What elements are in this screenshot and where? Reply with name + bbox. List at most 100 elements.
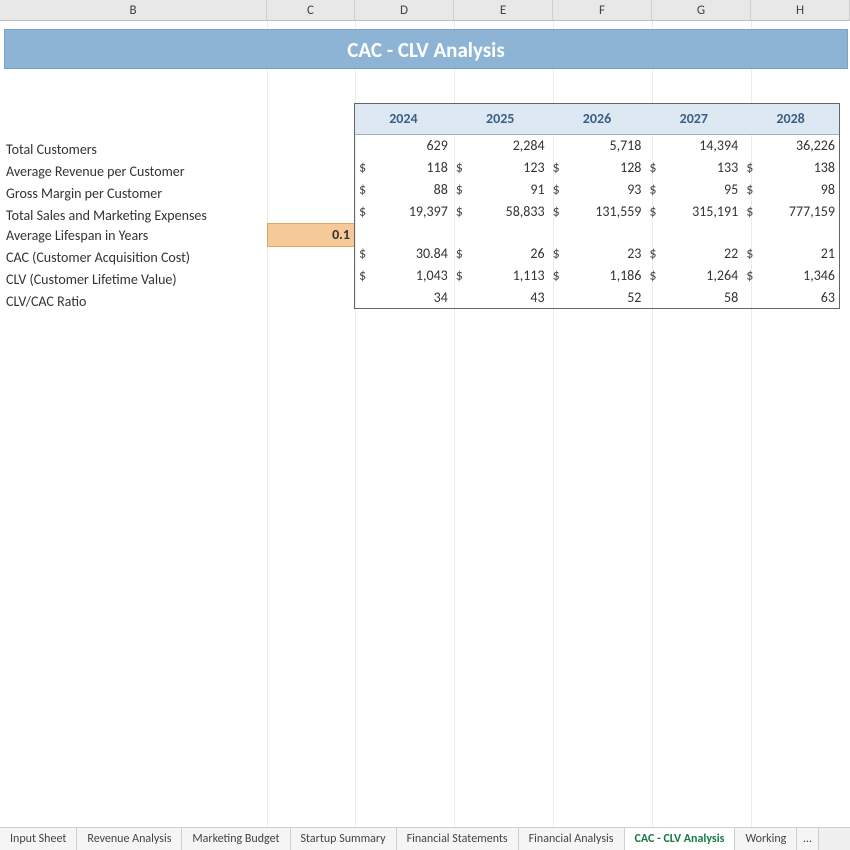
column-header-h[interactable]: H — [751, 0, 850, 20]
cell-value[interactable]: 5,718 — [567, 134, 646, 156]
cell-value[interactable]: 2,284 — [470, 134, 549, 156]
row-label: Total Customers — [6, 139, 266, 161]
column-header-f[interactable]: F — [553, 0, 652, 20]
sheet-tab[interactable]: Input Sheet — [0, 828, 77, 850]
column-header-d[interactable]: D — [355, 0, 454, 20]
cell-value[interactable]: 128 — [567, 156, 646, 178]
cell-value[interactable]: 93 — [567, 178, 646, 200]
year-header: 2024 — [355, 104, 452, 134]
table-row: $1,043$1,113$1,186$1,264$1,346 — [355, 264, 839, 286]
currency-symbol — [549, 286, 567, 308]
row-label: CLV (Customer Lifetime Value) — [6, 269, 266, 291]
currency-symbol: $ — [355, 156, 373, 178]
currency-symbol: $ — [549, 156, 567, 178]
cell-value[interactable]: 21 — [760, 242, 839, 264]
cell-value[interactable]: 123 — [470, 156, 549, 178]
cell-value[interactable]: 63 — [760, 286, 839, 308]
currency-symbol: $ — [549, 178, 567, 200]
cell-value[interactable]: 95 — [663, 178, 742, 200]
table-row — [355, 222, 839, 242]
currency-symbol: $ — [742, 200, 760, 222]
cell-value[interactable]: 1,043 — [373, 264, 452, 286]
data-table: 20242025202620272028 629 2,284 5,718 14,394… — [354, 103, 840, 309]
currency-symbol: $ — [452, 264, 470, 286]
table-row: $118$123$128$133$138 — [355, 156, 839, 178]
cell-value[interactable]: 23 — [567, 242, 646, 264]
sheet-tab[interactable]: Revenue Analysis — [77, 828, 182, 850]
page-title: CAC - CLV Analysis — [4, 29, 848, 69]
more-tabs-icon[interactable]: … — [797, 828, 818, 850]
currency-symbol: $ — [742, 178, 760, 200]
currency-symbol: $ — [549, 264, 567, 286]
cell-value[interactable]: 14,394 — [663, 134, 742, 156]
cell-value[interactable]: 58 — [663, 286, 742, 308]
column-header-c[interactable]: C — [267, 0, 355, 20]
currency-symbol: $ — [355, 178, 373, 200]
spreadsheet-grid[interactable]: CAC - CLV Analysis Total CustomersAverag… — [0, 21, 850, 827]
table-row: $88$91$93$95$98 — [355, 178, 839, 200]
cell-value[interactable]: 22 — [663, 242, 742, 264]
currency-symbol: $ — [742, 264, 760, 286]
cell-value[interactable]: 133 — [663, 156, 742, 178]
currency-symbol: $ — [645, 178, 663, 200]
sheet-tab[interactable]: Financial Statements — [397, 828, 519, 850]
sheet-tab[interactable]: Financial Analysis — [519, 828, 625, 850]
cell-value[interactable]: 91 — [470, 178, 549, 200]
sheet-tab-bar: Input SheetRevenue AnalysisMarketing Bud… — [0, 827, 850, 850]
year-header: 2026 — [549, 104, 646, 134]
currency-symbol: $ — [549, 242, 567, 264]
cell-value[interactable]: 138 — [760, 156, 839, 178]
currency-symbol: $ — [645, 156, 663, 178]
currency-symbol — [742, 286, 760, 308]
cell-value[interactable]: 19,397 — [373, 200, 452, 222]
row-label: CLV/CAC Ratio — [6, 291, 266, 313]
cell-value[interactable]: 1,186 — [567, 264, 646, 286]
currency-symbol — [355, 134, 373, 156]
sheet-tab[interactable]: Marketing Budget — [182, 828, 290, 850]
sheet-tab[interactable]: Startup Summary — [291, 828, 397, 850]
currency-symbol: $ — [452, 242, 470, 264]
year-header: 2025 — [452, 104, 549, 134]
cell-value[interactable]: 1,113 — [470, 264, 549, 286]
currency-symbol: $ — [452, 156, 470, 178]
cell-value[interactable]: 36,226 — [760, 134, 839, 156]
cell-value[interactable]: 777,159 — [760, 200, 839, 222]
cell-value[interactable]: 88 — [373, 178, 452, 200]
cell-value[interactable]: 629 — [373, 134, 452, 156]
column-header-g[interactable]: G — [652, 0, 751, 20]
currency-symbol: $ — [742, 242, 760, 264]
average-lifespan-input[interactable]: 0.1 — [267, 223, 355, 247]
currency-symbol: $ — [742, 156, 760, 178]
sheet-tab[interactable]: CAC - CLV Analysis — [625, 827, 736, 850]
cell-value[interactable]: 34 — [373, 286, 452, 308]
currency-symbol: $ — [645, 200, 663, 222]
currency-symbol: $ — [355, 242, 373, 264]
currency-symbol: $ — [452, 200, 470, 222]
column-header-b[interactable]: B — [0, 0, 267, 20]
column-header-row: BCDEFGH — [0, 0, 850, 21]
row-label: Total Sales and Marketing Expenses — [6, 205, 266, 227]
column-header-e[interactable]: E — [454, 0, 553, 20]
table-header-row: 20242025202620272028 — [355, 104, 839, 134]
cell-value[interactable]: 1,264 — [663, 264, 742, 286]
cell-value[interactable]: 98 — [760, 178, 839, 200]
cell-value[interactable]: 26 — [470, 242, 549, 264]
cell-value[interactable]: 118 — [373, 156, 452, 178]
currency-symbol: $ — [355, 200, 373, 222]
cell-value[interactable]: 315,191 — [663, 200, 742, 222]
row-label: Gross Margin per Customer — [6, 183, 266, 205]
currency-symbol — [645, 286, 663, 308]
sheet-tab[interactable]: Working — [735, 828, 797, 850]
cell-value[interactable]: 1,346 — [760, 264, 839, 286]
cell-value[interactable]: 52 — [567, 286, 646, 308]
row-label: Average Revenue per Customer — [6, 161, 266, 183]
cell-value[interactable]: 30.84 — [373, 242, 452, 264]
currency-symbol — [645, 134, 663, 156]
cell-value[interactable]: 131,559 — [567, 200, 646, 222]
currency-symbol: $ — [645, 264, 663, 286]
currency-symbol: $ — [452, 178, 470, 200]
currency-symbol — [742, 134, 760, 156]
cell-value[interactable]: 58,833 — [470, 200, 549, 222]
table-row: 34 43 52 58 63 — [355, 286, 839, 308]
cell-value[interactable]: 43 — [470, 286, 549, 308]
